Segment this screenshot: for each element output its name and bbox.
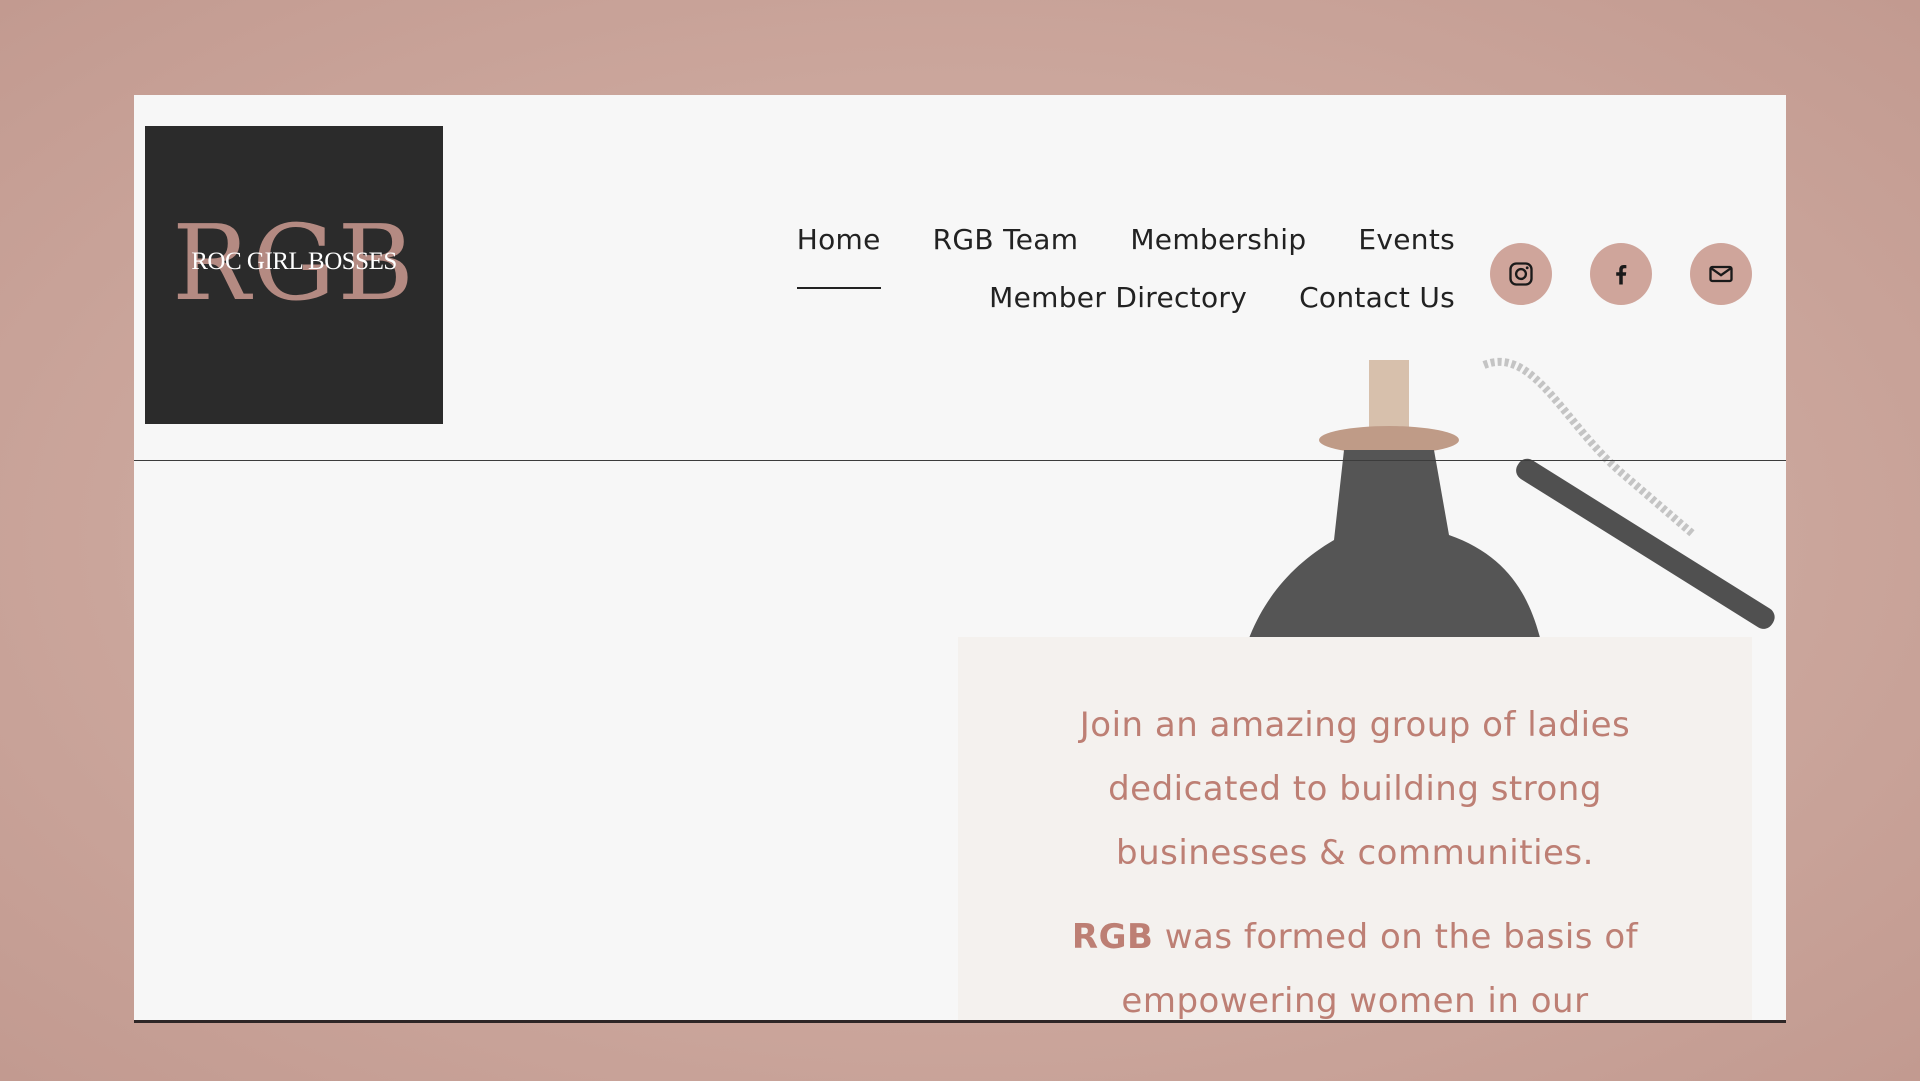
hero-text-card: Join an amazing group of ladies dedicate…: [958, 637, 1752, 1021]
instagram-icon: [1509, 262, 1533, 286]
nav-contact-us[interactable]: Contact Us: [1299, 281, 1455, 339]
hero-body: RGB was formed on the basis of empowerin…: [1018, 905, 1692, 1021]
nav-membership[interactable]: Membership: [1130, 223, 1306, 281]
site-logo[interactable]: RGB ROC GIRL BOSSES: [145, 126, 443, 424]
instagram-link[interactable]: [1490, 243, 1552, 305]
main-nav: Home RGB Team Membership Events Member D…: [796, 223, 1455, 339]
email-link[interactable]: [1690, 243, 1752, 305]
nav-member-directory[interactable]: Member Directory: [989, 281, 1247, 339]
facebook-link[interactable]: [1590, 243, 1652, 305]
nav-row-1: Home RGB Team Membership Events: [796, 223, 1455, 289]
logo-text: ROC GIRL BOSSES: [191, 248, 397, 275]
nav-row-2: Member Directory Contact Us: [797, 281, 1455, 339]
hero-body-bold: RGB: [1071, 917, 1154, 957]
site-header: RGB ROC GIRL BOSSES Home RGB Team Member…: [134, 95, 1786, 461]
nav-events[interactable]: Events: [1358, 223, 1455, 281]
email-icon: [1709, 265, 1733, 283]
hero-heading: Join an amazing group of ladies dedicate…: [1079, 705, 1631, 873]
social-links: [1490, 243, 1752, 305]
nav-home[interactable]: Home: [796, 223, 881, 289]
facebook-icon: [1616, 265, 1627, 285]
hero-body-text: was formed on the basis of empowering wo…: [1121, 917, 1639, 1021]
website-frame: RGB ROC GIRL BOSSES Home RGB Team Member…: [134, 95, 1786, 1023]
nav-rgb-team[interactable]: RGB Team: [933, 223, 1079, 281]
